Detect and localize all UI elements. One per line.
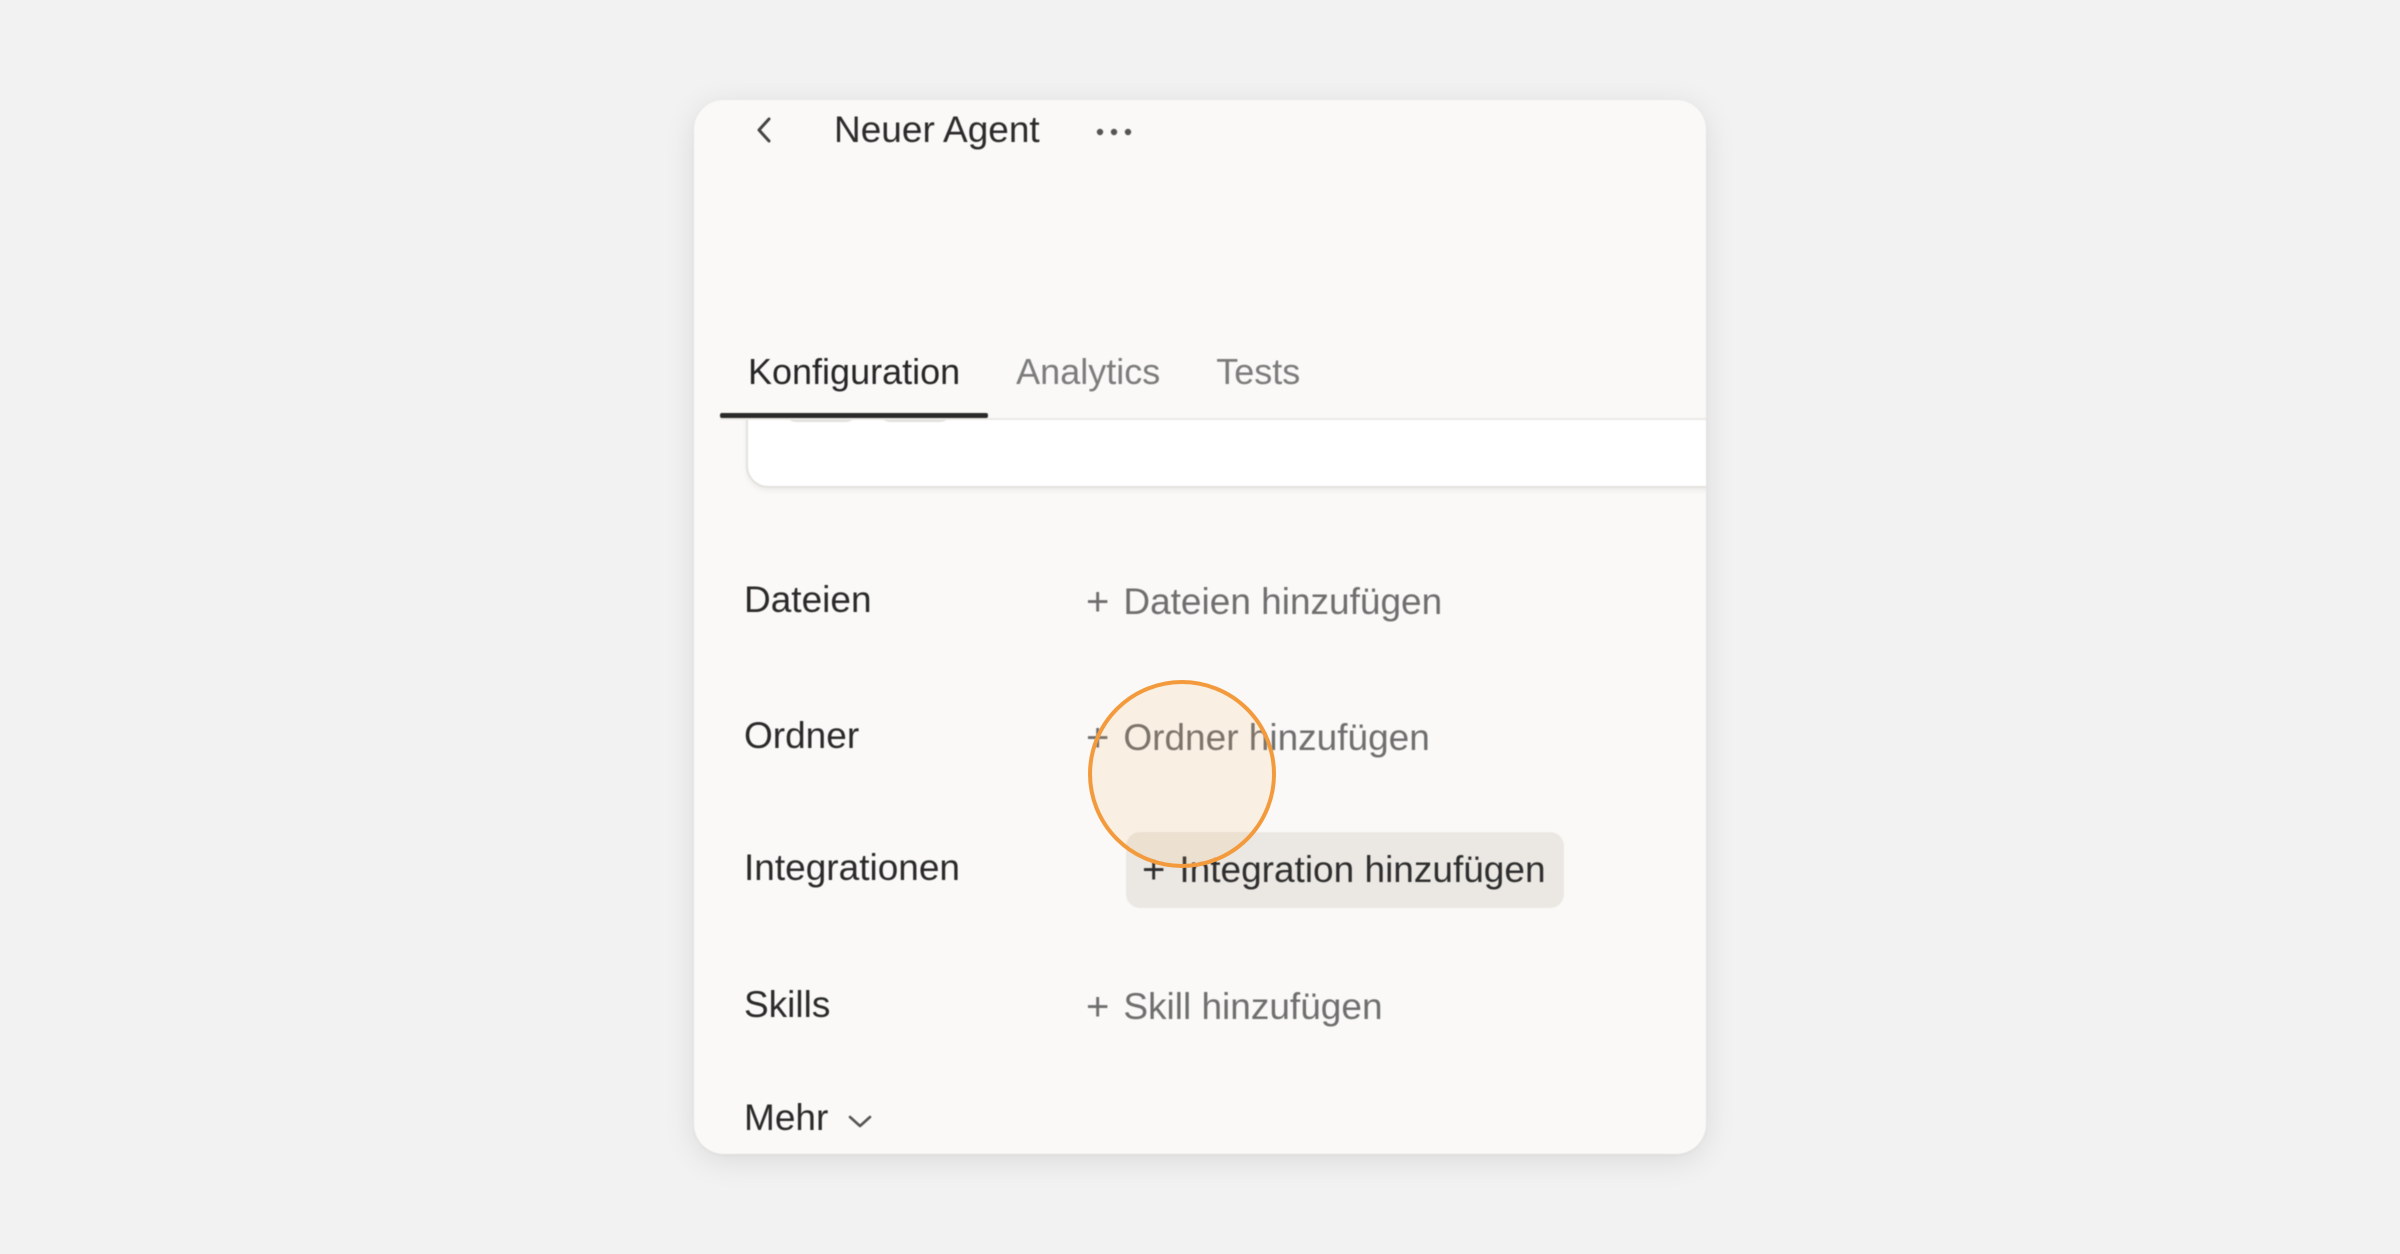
files-label: Dateien xyxy=(744,579,872,620)
integrations-row: Integrationen + Integration hinzufügen xyxy=(744,828,1706,908)
folders-row: Ordner + Ordner hinzufügen xyxy=(744,696,1706,776)
tab-tests[interactable]: Tests xyxy=(1188,300,1328,418)
more-label: Mehr xyxy=(744,1097,829,1138)
files-row: Dateien + Dateien hinzufügen xyxy=(744,560,1706,640)
chevron-down-icon xyxy=(846,1097,874,1139)
plus-icon: + xyxy=(1142,848,1166,892)
add-skill-button[interactable]: + Skill hinzufügen xyxy=(1070,969,1401,1045)
screen: Neuer Agent Konfiguration Analytics Test… xyxy=(0,0,2400,1254)
plus-icon: + xyxy=(1086,580,1110,624)
skills-label: Skills xyxy=(744,984,831,1025)
tab-divider xyxy=(720,418,1706,420)
add-integration-button[interactable]: + Integration hinzufügen xyxy=(1126,832,1564,908)
agent-title: Neuer Agent xyxy=(834,109,1040,150)
agent-panel: Neuer Agent Konfiguration Analytics Test… xyxy=(694,100,1706,1154)
plus-icon: + xyxy=(1086,716,1110,760)
add-files-button[interactable]: + Dateien hinzufügen xyxy=(1070,564,1460,640)
more-horizontal-icon[interactable] xyxy=(1092,114,1136,150)
add-folder-label: Ordner hinzufügen xyxy=(1123,717,1430,758)
plus-icon: + xyxy=(1086,985,1110,1029)
tab-analytics[interactable]: Analytics xyxy=(988,300,1188,418)
chevron-left-icon[interactable] xyxy=(744,110,784,150)
add-files-label: Dateien hinzufügen xyxy=(1123,581,1443,622)
more-toggle[interactable]: Mehr xyxy=(744,1086,874,1150)
skills-row: Skills + Skill hinzufügen xyxy=(744,965,1706,1045)
tab-konfiguration[interactable]: Konfiguration xyxy=(720,300,989,418)
integrations-label: Integrationen xyxy=(744,847,961,888)
folders-label: Ordner xyxy=(744,715,860,756)
tab-bar: Konfiguration Analytics Tests xyxy=(720,300,1328,418)
add-skill-label: Skill hinzufügen xyxy=(1123,986,1383,1027)
add-integration-label: Integration hinzufügen xyxy=(1179,849,1546,890)
add-folder-button[interactable]: + Ordner hinzufügen xyxy=(1070,700,1448,776)
